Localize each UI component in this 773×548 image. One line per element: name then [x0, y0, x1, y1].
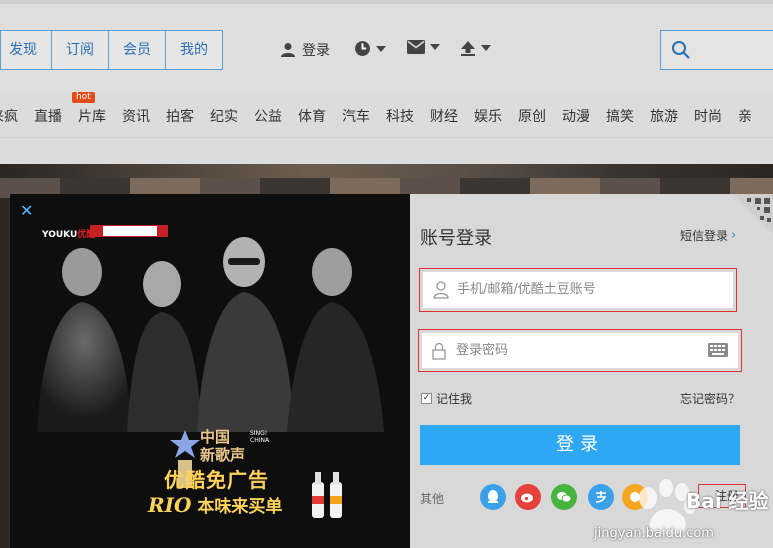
lock-icon — [432, 342, 446, 360]
login-submit-button[interactable]: 登录 — [420, 425, 740, 465]
sms-login-link[interactable]: 短信登录 › — [680, 227, 736, 244]
category-item[interactable]: 片库 — [78, 106, 106, 126]
header-login-label: 登录 — [302, 43, 330, 59]
top-bar: 发现 订阅 会员 我的 登录 — [0, 0, 773, 92]
wechat-login-icon[interactable] — [551, 484, 577, 510]
chevron-down-icon — [430, 44, 440, 50]
category-item[interactable]: 娱乐 — [474, 106, 502, 126]
category-item[interactable]: 原创 — [518, 106, 546, 126]
watermark-text: Bai 经验 — [686, 489, 769, 513]
category-item[interactable]: 直播 — [34, 106, 62, 126]
password-placeholder: 登录密码 — [456, 343, 509, 358]
top-tabs: 发现 订阅 会员 我的 — [0, 30, 223, 70]
category-item[interactable]: 动漫 — [562, 106, 590, 126]
category-nav: 来疯直播片库资讯拍客纪实公益体育汽车科技财经娱乐原创动漫搞笑旅游时尚亲 — [0, 92, 773, 138]
brand-subtitle: SING! CHINA — [250, 430, 270, 444]
category-item[interactable]: 汽车 — [342, 106, 370, 126]
promo-banner[interactable]: ✕ YOUKU优酷 中国 新歌声 SING! CHINA 优酷免广告 RIO 本… — [10, 194, 410, 548]
category-item[interactable]: 搞笑 — [606, 106, 634, 126]
category-item[interactable]: 公益 — [254, 106, 282, 126]
user-outline-icon — [433, 281, 449, 299]
promo-figures-image — [37, 237, 384, 432]
upload-icon — [461, 41, 475, 56]
category-item[interactable]: 财经 — [430, 106, 458, 126]
promo-subline: RIO 本味来买单 — [148, 492, 282, 517]
remember-checkbox[interactable]: ✓ — [421, 393, 432, 404]
upload-button[interactable] — [460, 40, 491, 56]
brand-title: 中国 新歌声 — [200, 428, 246, 464]
user-icon — [281, 43, 295, 57]
history-button[interactable] — [354, 40, 386, 57]
close-icon[interactable]: ✕ — [20, 203, 33, 219]
category-item[interactable]: 资讯 — [122, 106, 150, 126]
qr-code-icon[interactable] — [733, 194, 773, 234]
search-icon[interactable] — [671, 40, 691, 60]
qq-login-icon[interactable] — [480, 484, 506, 510]
category-item[interactable]: 科技 — [386, 106, 414, 126]
bottles-image — [312, 472, 342, 518]
sms-login-label: 短信登录 — [680, 229, 729, 243]
category-item[interactable]: 时尚 — [694, 106, 722, 126]
message-button[interactable] — [407, 40, 440, 54]
category-item[interactable]: 纪实 — [210, 106, 238, 126]
mail-icon — [407, 40, 425, 54]
third-party-label: 其他 — [420, 492, 445, 506]
promo-headline: 优酷免广告 — [164, 468, 269, 492]
password-input[interactable]: 登录密码 — [418, 329, 742, 372]
tab-mine[interactable]: 我的 — [166, 31, 222, 69]
category-item[interactable]: 拍客 — [166, 106, 194, 126]
rio-brand: RIO — [148, 493, 192, 517]
chevron-down-icon — [376, 45, 386, 52]
remember-me[interactable]: ✓ 记住我 — [421, 390, 472, 407]
promo-subline-text: 本味来买单 — [197, 497, 283, 517]
username-placeholder: 手机/邮箱/优酷土豆账号 — [457, 282, 596, 297]
login-form-title: 账号登录 — [420, 228, 492, 249]
chevron-right-icon: › — [731, 228, 737, 243]
tab-vip[interactable]: 会员 — [109, 31, 166, 69]
clock-icon — [355, 41, 370, 56]
category-item[interactable]: 来疯 — [0, 106, 18, 126]
keyboard-icon[interactable] — [708, 343, 728, 357]
header-login-link[interactable]: 登录 — [280, 40, 330, 60]
hot-badge: hot — [72, 92, 95, 103]
forgot-password-link[interactable]: 忘记密码？ — [680, 390, 740, 407]
weibo-login-icon[interactable] — [515, 484, 541, 510]
search-input[interactable] — [660, 30, 773, 70]
tab-subscribe[interactable]: 订阅 — [52, 31, 109, 69]
category-list: 来疯直播片库资讯拍客纪实公益体育汽车科技财经娱乐原创动漫搞笑旅游时尚亲 — [0, 106, 768, 126]
chevron-down-icon — [481, 45, 491, 51]
category-item[interactable]: 亲 — [738, 106, 752, 126]
tab-discover[interactable]: 发现 — [1, 31, 52, 69]
category-item[interactable]: 体育 — [298, 106, 326, 126]
watermark-url: jingyan.baidu.com — [594, 526, 714, 541]
remember-label: 记住我 — [436, 392, 473, 406]
category-item[interactable]: 旅游 — [650, 106, 678, 126]
username-input[interactable]: 手机/邮箱/优酷土豆账号 — [419, 268, 737, 312]
